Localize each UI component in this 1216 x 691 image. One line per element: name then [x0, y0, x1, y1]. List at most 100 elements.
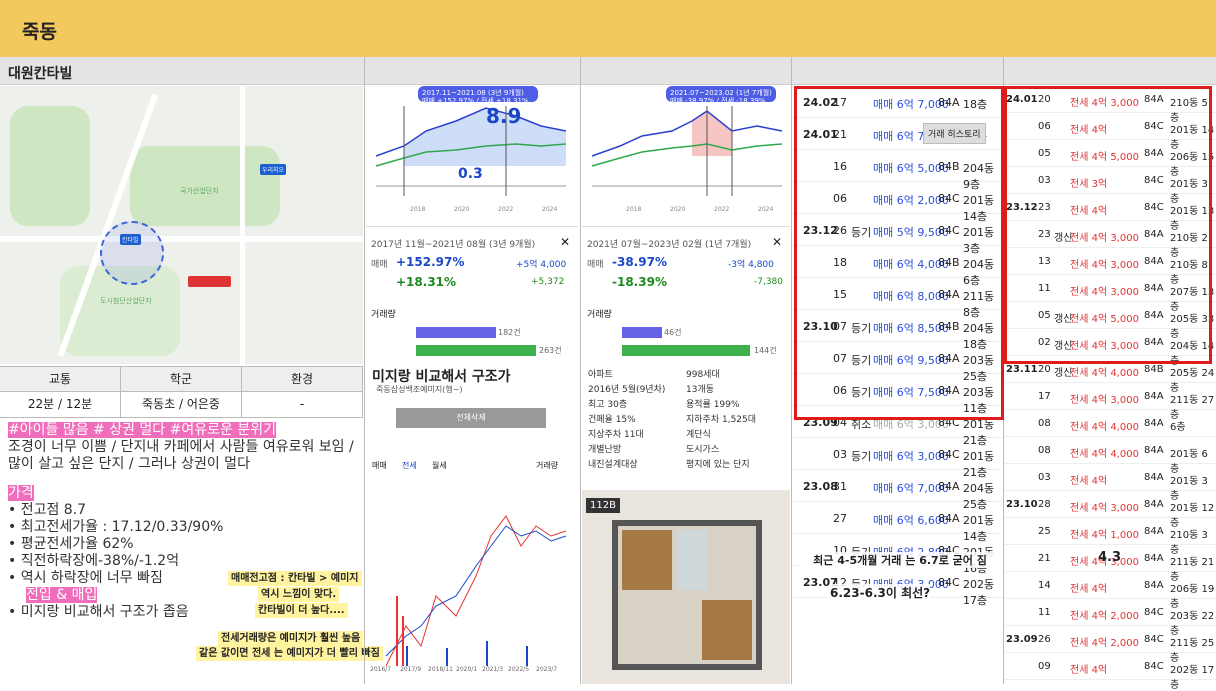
- table-cell: 14: [1038, 580, 1051, 591]
- sale-label: 매매: [371, 260, 388, 270]
- table-cell: 22분 / 12분: [0, 392, 121, 417]
- x-tick: 2022/5: [508, 666, 530, 673]
- info-item: 998세대: [686, 370, 720, 380]
- x-tick: 2024: [758, 206, 774, 213]
- table-row[interactable]: 23.10 28 전세 4억 3,000 84A 201동 12층: [1004, 491, 1216, 529]
- volume-label: 거래량: [371, 310, 396, 320]
- complex-info: 아파트 2016년 5월(9년차) 최고 30층 건폐율 15% 지상주차 11…: [582, 366, 790, 488]
- table-cell: 84A: [938, 480, 960, 493]
- info-item: 개별난방: [588, 445, 622, 455]
- sale-volume-bar: [622, 327, 662, 338]
- table-cell: 84C: [1144, 634, 1164, 645]
- jeonse-volume-bar: [416, 345, 536, 356]
- table-cell: 08: [1038, 418, 1051, 429]
- table-cell: 202동 17층: [963, 578, 995, 607]
- table-row[interactable]: 14 전세 4억 84A 206동 19층: [1004, 572, 1216, 610]
- annotation-note: 역시 느낌이 맞다.: [258, 587, 340, 602]
- table-cell: 21: [1038, 553, 1051, 564]
- radio-monthly[interactable]: 월세: [432, 460, 447, 471]
- table-cell: 11: [1038, 607, 1051, 618]
- radio-jeonse[interactable]: 전세: [402, 460, 417, 471]
- x-tick: 2017/9: [400, 666, 422, 673]
- table-cell: 23.11: [1006, 364, 1038, 375]
- overlay-note: 최근 4-5개월 거래 는 6.7로 굳어 짐: [800, 552, 1000, 568]
- x-tick: 2022: [498, 206, 514, 213]
- table-row[interactable]: 23.09 26 전세 4억 2,000 84C 211동 25층: [1004, 626, 1216, 664]
- floorplan-image: 112B: [582, 490, 790, 684]
- map-pin[interactable]: 삼성백조예미지: [188, 276, 231, 287]
- low-value: 0.3: [458, 166, 483, 182]
- overlay-note: 6.23-6.3이 최선?: [830, 584, 931, 601]
- table-cell: 84A: [1144, 472, 1164, 483]
- table-cell: 84A: [1144, 499, 1164, 510]
- chart-summary: 매매 -38.97% / 전세 -18.39%: [670, 97, 766, 105]
- table-cell: 전세 4억: [1070, 665, 1108, 676]
- stats-panel-2: 2021년 07월~2023년 02월 (1년 7개월) ✕ 매매 -38.97…: [582, 226, 790, 364]
- table-cell: 25: [1038, 526, 1051, 537]
- table-cell: 23.09: [1006, 634, 1038, 645]
- table-cell: 84C: [938, 576, 960, 589]
- table-row[interactable]: 09 전세 4억 84C 202동 17층: [1004, 653, 1216, 691]
- price-chart-2[interactable]: 2021.07~2023.02 (1년 7개월) 매매 -38.97% / 전세…: [582, 86, 790, 224]
- compare-panel[interactable]: 미지랑 비교해서 구조가 죽동삼성백조예미지(행~) 전체삭제 매매 전세 월세…: [366, 366, 578, 684]
- price-chart-1[interactable]: 2017.11~2021.08 (3년 9개월) 매매 +152.97% / 전…: [366, 86, 578, 224]
- x-tick: 2024: [542, 206, 558, 213]
- table-row[interactable]: 23.08 31 매매 6억 7,000 84A 204동 25층: [793, 470, 1002, 511]
- table-cell: 전세 4억 2,000: [1070, 638, 1139, 649]
- chart-svg: [375, 86, 567, 196]
- table-cell: 27: [833, 512, 847, 525]
- jeonse-change: +18.31%: [396, 275, 457, 289]
- table-row[interactable]: 03 등기 매매 6억 3,000 84C 201동 21층: [793, 438, 1002, 479]
- table-cell: 전세 4억 3,000: [1070, 503, 1139, 514]
- jeonse-volume: 144건: [754, 346, 777, 355]
- table-row[interactable]: 25 전세 4억 1,000 84A 210동 3층: [1004, 518, 1216, 556]
- table-cell: 84A: [1144, 580, 1164, 591]
- table-cell: 전세 4억: [1070, 584, 1108, 595]
- table-row[interactable]: 11 전세 4억 2,000 84C 203동 22층: [1004, 599, 1216, 637]
- table-cell: 84C: [1144, 661, 1164, 672]
- volume-label: 거래량: [587, 310, 612, 320]
- table-cell: 20: [1038, 364, 1051, 375]
- x-tick: 2016/7: [370, 666, 392, 673]
- table-cell: 03: [833, 448, 847, 461]
- map-label: 국가산업단지: [180, 187, 219, 195]
- clear-all-button[interactable]: 전체삭제: [396, 408, 546, 428]
- tags: #아이들 많음 # 상권 멀다 #여유로운 분위기: [8, 422, 276, 438]
- floorplan-label: 112B: [586, 498, 620, 513]
- table-header: 환경: [242, 367, 363, 391]
- compare-title: 미지랑 비교해서 구조가: [372, 369, 511, 385]
- close-icon[interactable]: ✕: [560, 235, 570, 249]
- table-cell: 09: [1038, 661, 1051, 672]
- map-pin[interactable]: 우리지오: [260, 164, 287, 175]
- table-row[interactable]: 17 전세 4억 3,000 84A 211동 27층: [1004, 383, 1216, 421]
- map-panel[interactable]: 국가산업단지 도시첨단산업단지 칸타빌 우리지오 삼성백조예미지: [0, 86, 363, 364]
- sale-amount: -3억 4,800: [728, 260, 774, 270]
- x-tick: 2018: [410, 206, 426, 213]
- table-cell: 등기: [851, 450, 872, 463]
- jeonse-volume: 263건: [539, 346, 562, 355]
- table-row[interactable]: 03 전세 4억 84A 201동 3층: [1004, 464, 1216, 502]
- sale-change: +152.97%: [396, 255, 465, 269]
- x-tick: 2020: [670, 206, 686, 213]
- table-row[interactable]: 27 매매 6억 6,600 84A 201동 14층: [793, 502, 1002, 543]
- highlight-box: [1004, 86, 1212, 364]
- table-cell: 84B: [1144, 364, 1164, 375]
- table-row[interactable]: 08 전세 4억 4,000 84A 201동 6층: [1004, 437, 1216, 475]
- jeonse-change: -18.39%: [612, 275, 667, 289]
- info-item: 계단식: [686, 430, 711, 440]
- overlay-note: 4.3: [1098, 550, 1122, 565]
- sale-amount: +5억 4,000: [516, 260, 567, 270]
- close-icon[interactable]: ✕: [772, 235, 782, 249]
- table-row[interactable]: 08 전세 4억 4,000 84A 6층: [1004, 410, 1216, 437]
- page-title: 죽동: [22, 21, 57, 43]
- description: 조경이 너무 이쁨 / 단지내 카페에서 사람들 여유로워 보임 / 많이 살고…: [8, 439, 354, 472]
- table-cell: 28: [1038, 499, 1051, 510]
- table-cell: 84A: [1144, 526, 1164, 537]
- price-title: 가격: [8, 485, 34, 501]
- table-cell: 84A: [1144, 553, 1164, 564]
- map-label: 도시첨단산업단지: [100, 297, 152, 305]
- list-item: 전고점 8.7: [8, 502, 368, 519]
- period: 2021년 07월~2023년 02월 (1년 7개월): [587, 240, 752, 250]
- info-item: 건폐율 15%: [588, 415, 636, 425]
- radio-sale[interactable]: 매매: [372, 460, 387, 471]
